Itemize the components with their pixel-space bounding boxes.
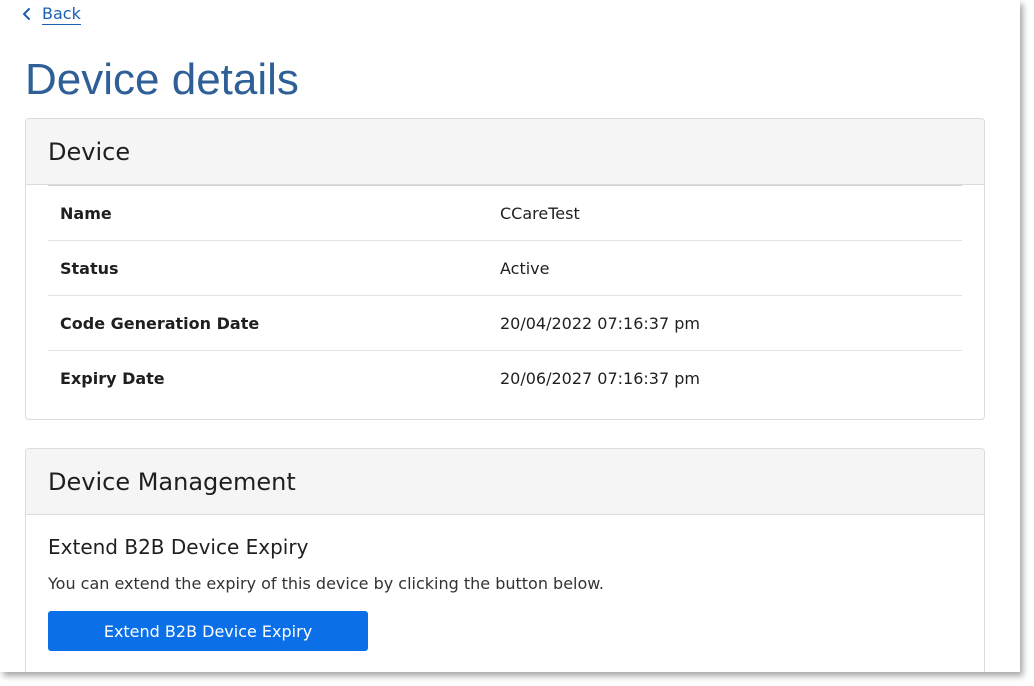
detail-value: 20/04/2022 07:16:37 pm (500, 313, 700, 333)
device-card: Device Name CCareTest Status Active Code… (25, 118, 985, 420)
extend-expiry-section-title: Extend B2B Device Expiry (48, 535, 309, 559)
detail-label: Code Generation Date (60, 313, 260, 333)
detail-value: 20/06/2027 07:16:37 pm (500, 368, 700, 388)
device-card-header: Device (26, 119, 984, 185)
page-frame: Back Device details Device Name CCareTes… (0, 0, 1020, 672)
chevron-left-icon (20, 6, 34, 24)
detail-row-expiry-date: Expiry Date 20/06/2027 07:16:37 pm (48, 351, 962, 405)
back-link-label: Back (42, 4, 81, 25)
page-title: Device details (25, 55, 299, 104)
device-management-heading: Device Management (48, 467, 296, 496)
detail-row-name: Name CCareTest (48, 186, 962, 241)
detail-row-code-generation-date: Code Generation Date 20/04/2022 07:16:37… (48, 296, 962, 351)
detail-value: CCareTest (500, 203, 580, 223)
device-details-table: Name CCareTest Status Active Code Genera… (48, 185, 962, 405)
detail-row-status: Status Active (48, 241, 962, 296)
detail-label: Name (60, 203, 112, 223)
device-management-card: Device Management Extend B2B Device Expi… (25, 448, 985, 672)
detail-label: Status (60, 258, 119, 278)
extend-b2b-device-expiry-button[interactable]: Extend B2B Device Expiry (48, 611, 368, 651)
device-card-heading: Device (48, 137, 131, 166)
detail-label: Expiry Date (60, 368, 165, 388)
device-management-card-header: Device Management (26, 449, 984, 515)
device-management-body: Extend B2B Device Expiry You can extend … (26, 515, 984, 651)
back-link[interactable]: Back (20, 5, 81, 25)
extend-expiry-description: You can extend the expiry of this device… (48, 574, 604, 593)
detail-value: Active (500, 258, 550, 278)
